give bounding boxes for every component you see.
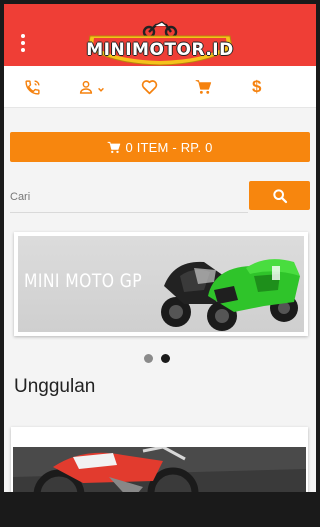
logo-text: MINIMOTOR.ID bbox=[86, 40, 234, 60]
dollar-icon[interactable]: $ bbox=[252, 77, 261, 96]
featured-product-card[interactable] bbox=[11, 427, 308, 492]
cart-icon[interactable] bbox=[195, 78, 212, 96]
phone-icon[interactable] bbox=[24, 78, 41, 96]
user-icon[interactable] bbox=[78, 78, 105, 96]
device-bottom-bar bbox=[0, 492, 320, 527]
banner-slide: MINI MOTO GP bbox=[18, 236, 304, 332]
slider-pagination bbox=[144, 354, 170, 364]
app-screen: MINIMOTOR.ID $ 0 ITEM - RP. 0 Cari MINI … bbox=[4, 4, 316, 492]
quick-icon-bar: $ bbox=[4, 66, 316, 108]
dirt-bike-image bbox=[13, 447, 306, 492]
heart-icon[interactable] bbox=[141, 78, 158, 96]
product-image bbox=[13, 447, 306, 492]
banner-slider[interactable]: MINI MOTO GP bbox=[14, 232, 308, 336]
cart-icon bbox=[108, 141, 121, 153]
banner-caption: MINI MOTO GP bbox=[24, 270, 143, 292]
device-frame: MINIMOTOR.ID $ 0 ITEM - RP. 0 Cari MINI … bbox=[0, 0, 320, 527]
search-form bbox=[10, 181, 310, 213]
cart-summary-label: 0 ITEM - RP. 0 bbox=[125, 139, 213, 155]
search-button[interactable] bbox=[249, 181, 310, 210]
kebab-menu-icon[interactable] bbox=[18, 34, 28, 52]
mini-moto-bikes-image bbox=[161, 259, 300, 331]
top-header: MINIMOTOR.ID bbox=[4, 4, 316, 66]
brand-logo[interactable]: MINIMOTOR.ID bbox=[86, 20, 234, 66]
search-input[interactable] bbox=[10, 181, 248, 213]
slider-dot-1[interactable] bbox=[144, 354, 153, 363]
cart-summary-button[interactable]: 0 ITEM - RP. 0 bbox=[10, 132, 310, 162]
slider-dot-2[interactable] bbox=[161, 354, 170, 363]
search-icon bbox=[272, 188, 287, 203]
chevron-down-icon bbox=[98, 87, 104, 92]
section-title-featured: Unggulan bbox=[14, 376, 96, 397]
